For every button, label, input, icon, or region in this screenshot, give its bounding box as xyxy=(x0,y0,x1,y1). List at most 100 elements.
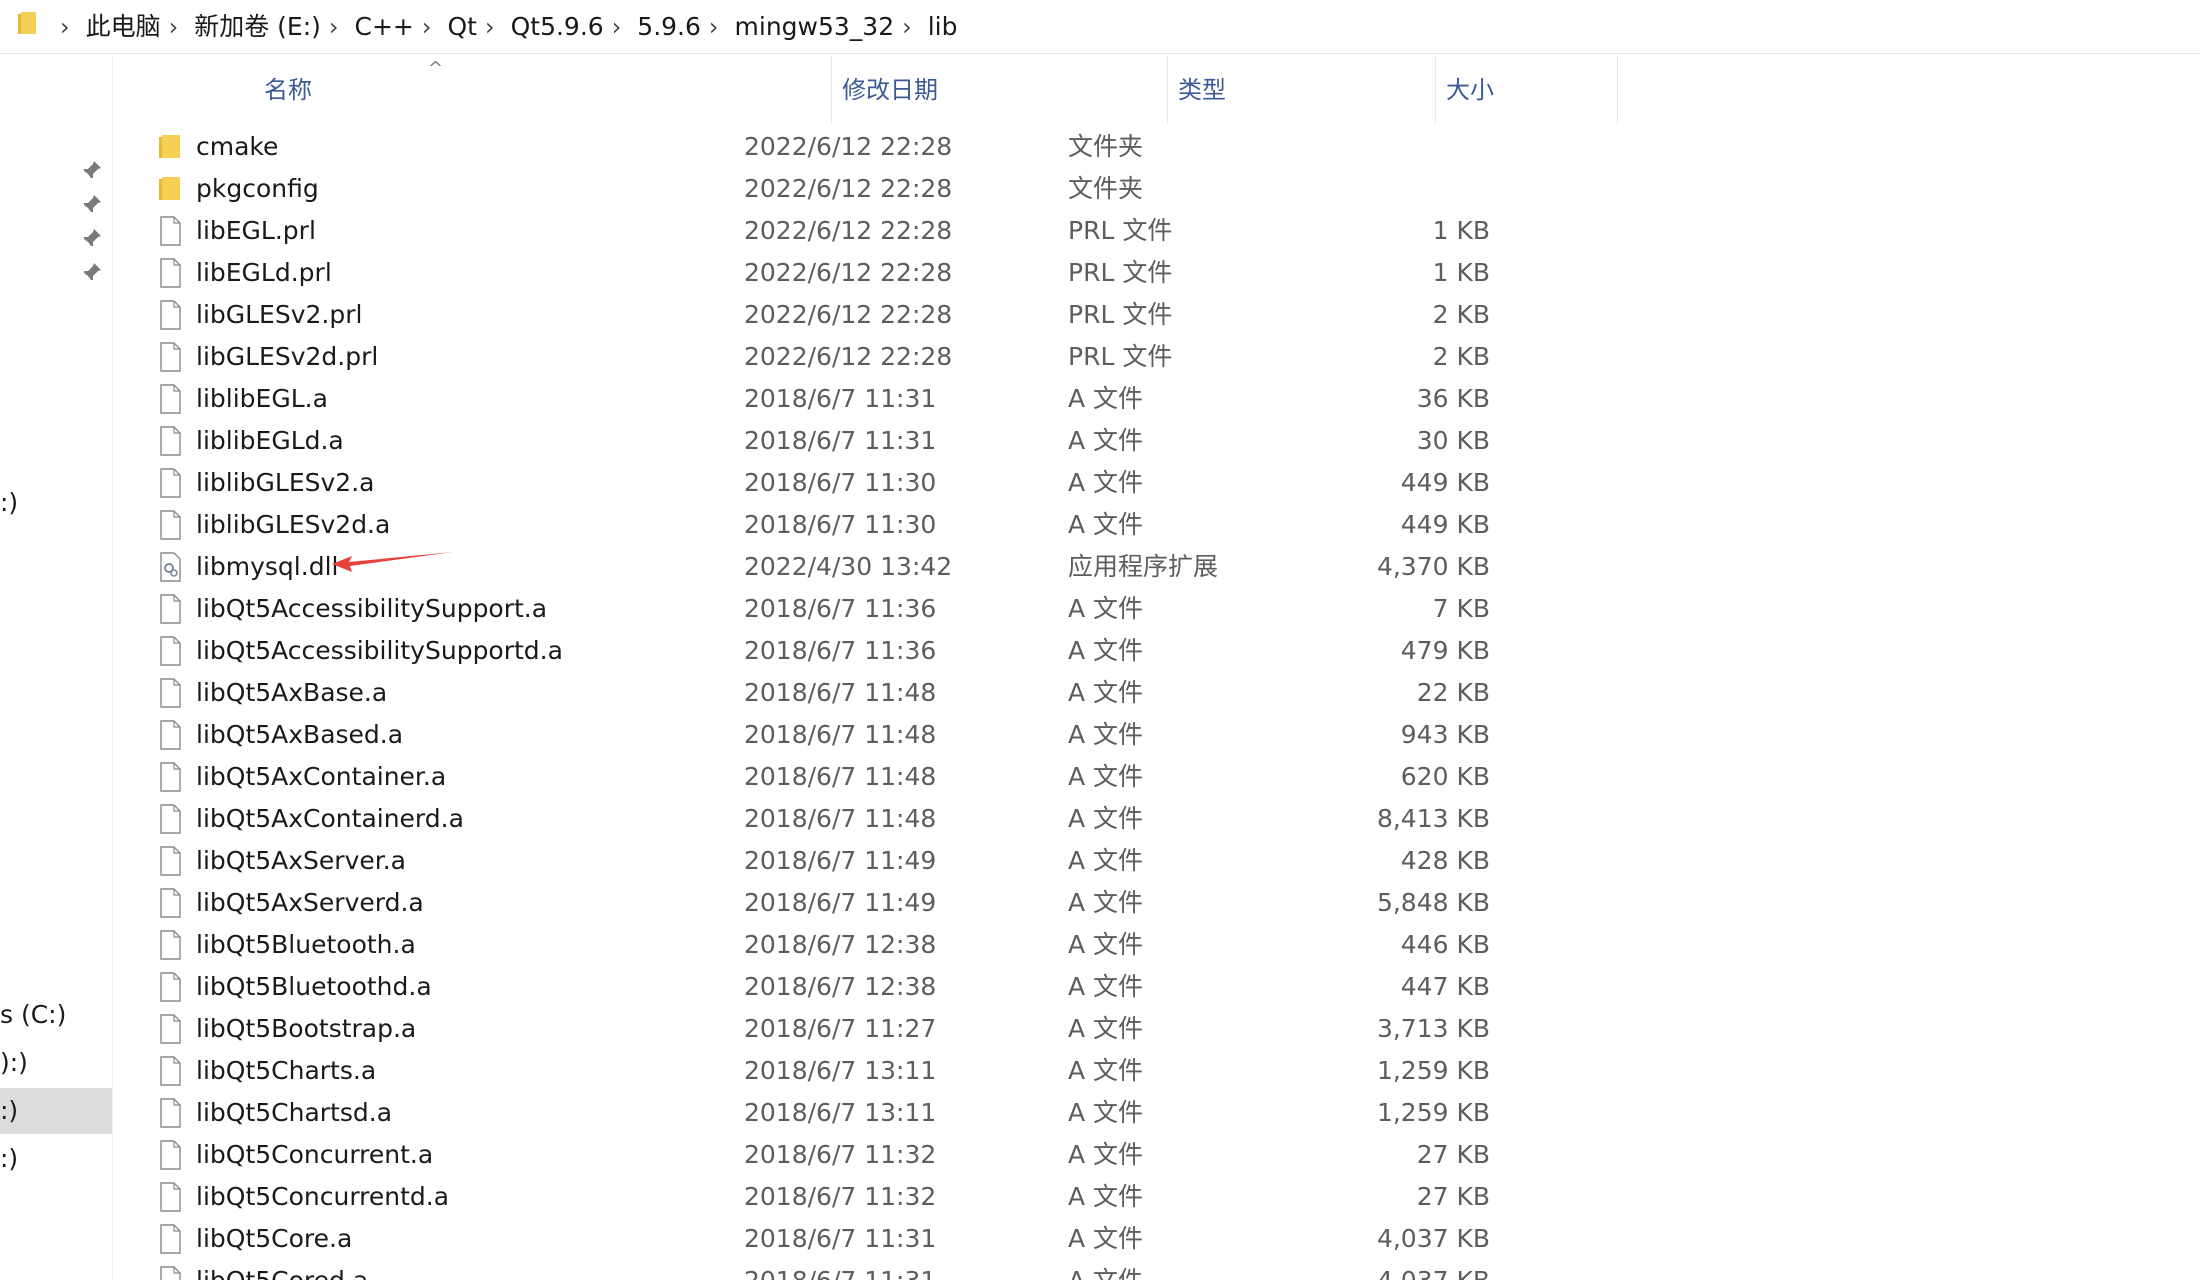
file-size: 1 KB xyxy=(1432,216,1490,245)
file-icon xyxy=(160,888,181,918)
breadcrumb-item[interactable]: lib xyxy=(928,0,958,54)
file-name: pkgconfig xyxy=(196,174,319,203)
file-type: A 文件 xyxy=(1068,1140,1144,1169)
nav-item-drive-f[interactable]: :) xyxy=(0,1136,18,1182)
navigation-pane[interactable]: :) s (C:) ):) :) :) xyxy=(0,56,113,1280)
breadcrumb-item[interactable]: 5.9.6 xyxy=(637,0,701,54)
file-date-modified: 2018/6/7 11:31 xyxy=(744,426,937,455)
file-row[interactable]: libQt5AccessibilitySupportd.a 2018/6/7 11… xyxy=(150,630,1510,672)
file-size: 3,713 KB xyxy=(1376,1014,1490,1043)
breadcrumb-item[interactable]: 新加卷 (E:) xyxy=(194,0,321,54)
file-name: libQt5Chartsd.a xyxy=(196,1098,393,1127)
nav-item-drive-c[interactable]: s (C:) xyxy=(0,992,66,1038)
pin-icon[interactable] xyxy=(80,226,104,250)
file-type: A 文件 xyxy=(1068,1014,1144,1043)
pin-icon[interactable] xyxy=(80,260,104,284)
dll-gear-icon xyxy=(160,552,181,582)
file-row[interactable]: libQt5AccessibilitySupport.a 2018/6/7 11:… xyxy=(150,588,1510,630)
file-row[interactable]: pkgconfig 2022/6/12 22:28 文件夹 xyxy=(150,168,1510,210)
file-type: A 文件 xyxy=(1068,1056,1144,1085)
file-date-modified: 2022/6/12 22:28 xyxy=(744,342,953,371)
column-date-modified[interactable]: 修改日期 xyxy=(830,56,1168,124)
column-name[interactable]: 名称 xyxy=(252,56,832,124)
file-name: libQt5Bluetoothd.a xyxy=(196,972,432,1001)
file-row[interactable]: libGLESv2.prl 2022/6/12 22:28 PRL 文件 2 KB xyxy=(150,294,1510,336)
breadcrumb-item[interactable]: C++ xyxy=(355,0,414,54)
file-row[interactable]: libQt5Core.a 2018/6/7 11:31 A 文件 4,037 KB xyxy=(150,1218,1510,1260)
chevron-right-icon[interactable]: › xyxy=(612,0,622,54)
file-name: liblibEGLd.a xyxy=(196,426,344,455)
chevron-right-icon[interactable]: › xyxy=(169,0,179,54)
column-size[interactable]: 大小 xyxy=(1434,56,1618,124)
file-name: libQt5Bluetooth.a xyxy=(196,930,416,959)
chevron-right-icon[interactable]: › xyxy=(709,0,719,54)
file-row[interactable]: cmake 2022/6/12 22:28 文件夹 xyxy=(150,126,1510,168)
nav-item-drive-d[interactable]: ):) xyxy=(0,1040,28,1086)
file-row[interactable]: libQt5AxContainer.a 2018/6/7 11:48 A 文件 620… xyxy=(150,756,1510,798)
pin-icon[interactable] xyxy=(80,158,104,182)
file-row[interactable]: libGLESv2d.prl 2022/6/12 22:28 PRL 文件 2 KB xyxy=(150,336,1510,378)
file-size: 4,037 KB xyxy=(1376,1224,1490,1253)
pin-icon[interactable] xyxy=(80,192,104,216)
file-name: libQt5Charts.a xyxy=(196,1056,377,1085)
column-type[interactable]: 类型 xyxy=(1166,56,1436,124)
breadcrumb-item[interactable]: Qt5.9.6 xyxy=(511,0,604,54)
file-size: 36 KB xyxy=(1416,384,1490,413)
file-type: PRL 文件 xyxy=(1068,300,1173,329)
file-row[interactable]: libQt5Cored.a 2018/6/7 11:31 A 文件 4,037 KB xyxy=(150,1260,1510,1280)
file-icon xyxy=(160,1140,181,1170)
file-name: libQt5AxBased.a xyxy=(196,720,404,749)
file-size: 8,413 KB xyxy=(1376,804,1490,833)
file-size: 5,848 KB xyxy=(1376,888,1490,917)
file-row[interactable]: liblibGLESv2d.a 2018/6/7 11:30 A 文件 449 KB xyxy=(150,504,1510,546)
file-size: 943 KB xyxy=(1400,720,1490,749)
file-row[interactable]: libQt5AxBased.a 2018/6/7 11:48 A 文件 943 KB xyxy=(150,714,1510,756)
nav-item-drive[interactable]: :) xyxy=(0,480,18,526)
file-row[interactable]: libQt5Concurrentd.a 2018/6/7 11:32 A 文件 27 … xyxy=(150,1176,1510,1218)
file-icon xyxy=(160,1224,181,1254)
file-row[interactable]: liblibEGLd.a 2018/6/7 11:31 A 文件 30 KB xyxy=(150,420,1510,462)
file-row[interactable]: libQt5AxServerd.a 2018/6/7 11:49 A 文件 5,848… xyxy=(150,882,1510,924)
file-type: A 文件 xyxy=(1068,1098,1144,1127)
chevron-right-icon[interactable]: › xyxy=(422,0,432,54)
file-type: 文件夹 xyxy=(1068,132,1144,161)
file-row[interactable]: libQt5Charts.a 2018/6/7 13:11 A 文件 1,259 KB xyxy=(150,1050,1510,1092)
file-row[interactable]: libEGL.prl 2022/6/12 22:28 PRL 文件 1 KB xyxy=(150,210,1510,252)
file-row[interactable]: libQt5AxServer.a 2018/6/7 11:49 A 文件 428 KB xyxy=(150,840,1510,882)
file-row[interactable]: libQt5AxBase.a 2018/6/7 11:48 A 文件 22 KB xyxy=(150,672,1510,714)
chevron-right-icon[interactable]: › xyxy=(485,0,495,54)
file-row[interactable]: libQt5Bluetooth.a 2018/6/7 12:38 A 文件 446 K… xyxy=(150,924,1510,966)
file-date-modified: 2018/6/7 11:48 xyxy=(744,804,937,833)
nav-item-drive-e[interactable]: :) xyxy=(0,1088,112,1134)
file-icon xyxy=(160,384,181,414)
file-size: 30 KB xyxy=(1416,426,1490,455)
file-row[interactable]: libQt5Bootstrap.a 2018/6/7 11:27 A 文件 3,713… xyxy=(150,1008,1510,1050)
file-type: A 文件 xyxy=(1068,762,1144,791)
chevron-right-icon[interactable]: › xyxy=(329,0,339,54)
file-name: liblibEGL.a xyxy=(196,384,328,413)
file-row[interactable]: libQt5AxContainerd.a 2018/6/7 11:48 A 文件 8,… xyxy=(150,798,1510,840)
file-row[interactable]: libQt5Chartsd.a 2018/6/7 13:11 A 文件 1,259 K… xyxy=(150,1092,1510,1134)
file-row[interactable]: liblibEGL.a 2018/6/7 11:31 A 文件 36 KB xyxy=(150,378,1510,420)
breadcrumb-item[interactable]: Qt xyxy=(448,0,477,54)
file-row[interactable]: liblibGLESv2.a 2018/6/7 11:30 A 文件 449 KB xyxy=(150,462,1510,504)
chevron-right-icon[interactable]: › xyxy=(902,0,912,54)
file-size: 479 KB xyxy=(1400,636,1490,665)
chevron-right-icon[interactable]: › xyxy=(60,0,70,54)
file-type: A 文件 xyxy=(1068,804,1144,833)
file-size: 2 KB xyxy=(1432,300,1490,329)
file-row[interactable]: libQt5Bluetoothd.a 2018/6/7 12:38 A 文件 447 … xyxy=(150,966,1510,1008)
folder-icon xyxy=(159,177,180,200)
breadcrumb-item[interactable]: mingw53_32 xyxy=(735,0,895,54)
address-bar[interactable]: › 此电脑 › 新加卷 (E:) › C++ › Qt › Qt5.9.6 › 5.9.6 › mingw… xyxy=(0,0,2200,54)
file-row[interactable]: libEGLd.prl 2022/6/12 22:28 PRL 文件 1 KB xyxy=(150,252,1510,294)
file-type: A 文件 xyxy=(1068,678,1144,707)
file-name: libQt5Concurrentd.a xyxy=(196,1182,450,1211)
file-name: libQt5AccessibilitySupportd.a xyxy=(196,636,563,665)
file-type: A 文件 xyxy=(1068,1182,1144,1211)
breadcrumb-item[interactable]: 此电脑 xyxy=(86,0,161,54)
file-row[interactable]: libQt5Concurrent.a 2018/6/7 11:32 A 文件 27 K… xyxy=(150,1134,1510,1176)
file-date-modified: 2018/6/7 11:48 xyxy=(744,720,937,749)
file-size xyxy=(1268,168,1490,210)
file-type: A 文件 xyxy=(1068,636,1144,665)
